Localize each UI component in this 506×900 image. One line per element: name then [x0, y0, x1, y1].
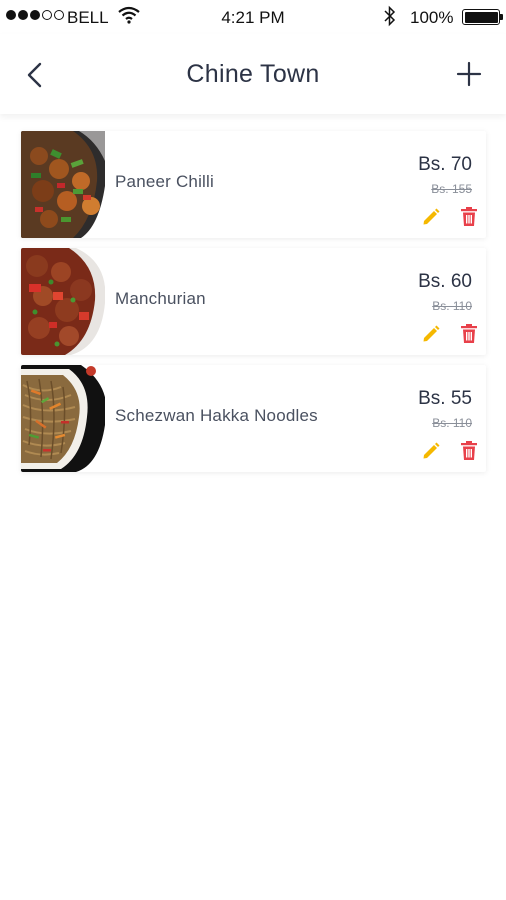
item-name: Manchurian: [115, 289, 206, 308]
item-original-price: Bs. 110: [432, 299, 472, 313]
item-name: Paneer Chilli: [115, 172, 214, 191]
menu-item-card[interactable]: Schezwan Hakka Noodles Bs. 55 Bs. 110: [21, 365, 486, 472]
battery-percentage: 100%: [410, 8, 454, 27]
status-bar: BELL 4:21 PM 100%: [0, 0, 506, 34]
hakka-noodles-image: [21, 365, 105, 472]
item-price: Bs. 55: [418, 388, 472, 409]
manchurian-image: [21, 248, 105, 355]
item-price: Bs. 60: [418, 271, 472, 292]
item-price: Bs. 70: [418, 154, 472, 175]
menu-item-card[interactable]: Manchurian Bs. 60 Bs. 110: [21, 248, 486, 355]
trash-icon[interactable]: [460, 323, 478, 344]
pencil-icon[interactable]: [421, 441, 441, 461]
page-title: Chine Town: [186, 60, 320, 88]
battery-icon: [462, 9, 503, 25]
plus-icon[interactable]: [456, 61, 482, 87]
trash-icon[interactable]: [460, 206, 478, 227]
item-original-price: Bs. 155: [431, 182, 472, 196]
pencil-icon[interactable]: [421, 207, 441, 227]
bluetooth-icon: [384, 5, 396, 27]
item-original-price: Bs. 110: [432, 416, 472, 430]
pencil-icon[interactable]: [421, 324, 441, 344]
menu-item-list: Paneer Chilli Bs. 70 Bs. 155 Manchurian …: [21, 131, 486, 482]
navigation-bar: Chine Town: [0, 34, 506, 114]
menu-item-card[interactable]: Paneer Chilli Bs. 70 Bs. 155: [21, 131, 486, 238]
item-name: Schezwan Hakka Noodles: [115, 406, 318, 425]
paneer-chilli-image: [21, 131, 105, 238]
trash-icon[interactable]: [460, 440, 478, 461]
